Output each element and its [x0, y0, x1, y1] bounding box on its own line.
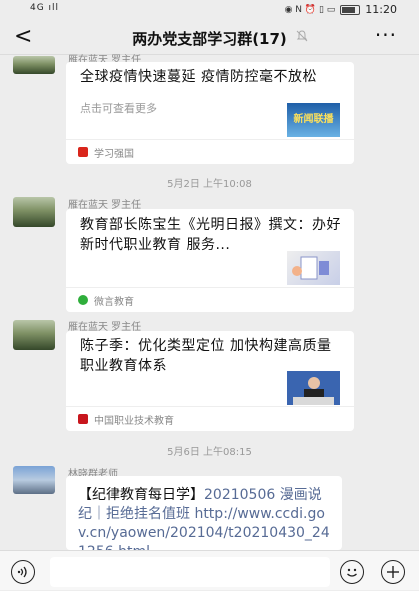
input-bar [0, 550, 419, 590]
chat-header: < 两办党支部学习群(17) ··· [0, 20, 419, 55]
status-bar: 4G ıll ◉ N ⏰ ▯ ▭ 11:20 [0, 0, 419, 20]
voice-input-button[interactable] [11, 560, 35, 584]
source-name: 中国职业技术教育 [94, 416, 174, 427]
avatar[interactable] [13, 197, 55, 227]
zhiye-jishu-jiaoyu-icon [78, 414, 88, 424]
timestamp-separator: 5月2日 上午10:08 [167, 179, 252, 190]
article-thumbnail [287, 371, 340, 405]
article-source: 学习强国 [66, 139, 354, 164]
thumbnail-caption: 新闻联播 [293, 114, 334, 125]
mute-icon [296, 30, 308, 45]
article-source: 中国职业技术教育 [66, 406, 354, 431]
article-title: 陈子季：优化类型定位 加快构建高质量职业教育体系 [80, 338, 332, 374]
article-source: 微言教育 [66, 287, 354, 312]
more-options-button[interactable]: ··· [375, 23, 397, 47]
status-icon-group: ◉ N ⏰ ▯ ▭ [284, 4, 336, 15]
source-name: 微言教育 [94, 297, 134, 308]
text-message-bubble[interactable]: 【纪律教育每日学】20210506 漫画说纪｜拒绝挂名值班 http://www… [66, 476, 342, 550]
message-input[interactable] [50, 557, 330, 587]
article-title: 教育部长陈宝生《光明日报》撰文：办好新时代职业教育 服务... [80, 217, 341, 253]
message-text: 【纪律教育每日学】20210506 漫画说纪｜拒绝挂名值班 http://www… [66, 476, 342, 550]
article-card[interactable]: 全球疫情快速蔓延 疫情防控毫不放松 点击可查看更多 新闻联播 学习强国 [66, 62, 354, 164]
article-thumbnail: 新闻联播 [287, 103, 340, 137]
smiley-icon [347, 568, 357, 577]
voice-icon [17, 566, 27, 578]
emoji-button[interactable] [340, 560, 364, 584]
article-thumbnail [287, 251, 340, 285]
signal-indicator: 4G ıll [30, 3, 60, 13]
more-functions-button[interactable] [381, 560, 405, 584]
chat-title: 两办党支部学习群(17) [132, 30, 287, 48]
source-name: 学习强国 [94, 149, 134, 160]
weiyan-jiaoyu-icon [78, 295, 88, 305]
timestamp-separator: 5月6日 上午08:15 [167, 447, 252, 458]
xuexi-qiangguo-icon [78, 147, 88, 157]
avatar[interactable] [13, 56, 55, 74]
article-title: 全球疫情快速蔓延 疫情防控毫不放松 [80, 69, 317, 85]
battery-icon [340, 4, 361, 15]
article-card[interactable]: 教育部长陈宝生《光明日报》撰文：办好新时代职业教育 服务... 微言教育 [66, 209, 354, 312]
avatar[interactable] [13, 320, 55, 350]
message-text-prefix: 【纪律教育每日学】 [78, 487, 204, 503]
status-icons: ◉ N ⏰ ▯ ▭ 11:20 [285, 3, 397, 16]
avatar[interactable] [13, 466, 55, 494]
status-time: 11:20 [365, 3, 397, 16]
article-description: 点击可查看更多 [80, 102, 157, 115]
plus-icon [387, 566, 399, 578]
article-card[interactable]: 陈子季：优化类型定位 加快构建高质量职业教育体系 中国职业技术教育 [66, 331, 354, 431]
